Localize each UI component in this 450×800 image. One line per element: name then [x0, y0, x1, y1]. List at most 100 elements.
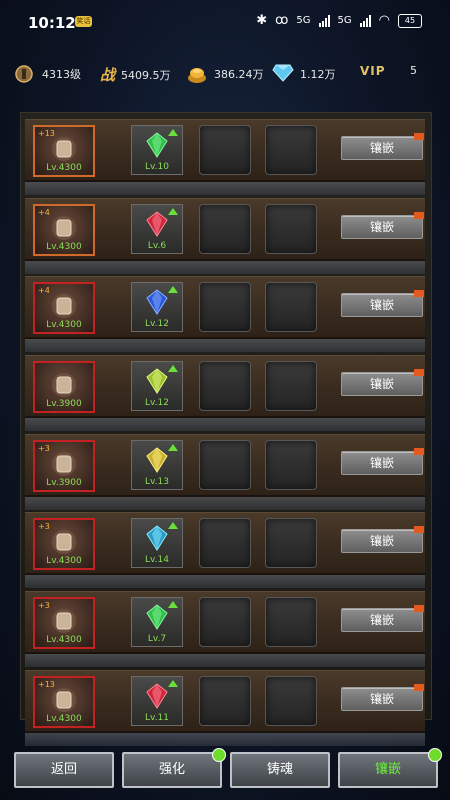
equipment-level: Lv.4300 — [46, 320, 82, 331]
status-icons: ✱ ꝏ 5G 5G ◠ 45 — [256, 13, 422, 28]
empty-gem-slot[interactable] — [265, 203, 317, 254]
gem-slot[interactable]: Lv.6 — [131, 203, 183, 254]
rank-emblem-icon — [14, 64, 36, 84]
notification-marker — [414, 211, 424, 219]
inlay-button[interactable]: 镶嵌 — [341, 447, 424, 475]
empty-gem-slot[interactable] — [199, 518, 251, 569]
equipment-slot[interactable]: +13 Lv.4300 — [33, 125, 95, 177]
empty-gem-slot[interactable] — [199, 361, 251, 412]
gem-level: Lv.14 — [145, 555, 169, 566]
status-bar: 10:12 笑话 ✱ ꝏ 5G 5G ◠ 45 — [0, 0, 450, 46]
equipment-row: +13 Lv.4300 Lv.11 镶嵌 — [25, 669, 425, 746]
player-level: 4313级 — [14, 64, 81, 84]
tab-soul-forge[interactable]: 铸魂 — [230, 752, 330, 788]
status-time: 10:12 — [28, 14, 76, 32]
upgrade-arrow-icon — [168, 365, 178, 373]
resource-bar: 4313级 战 5409.5万 386.24万 1.12万 VIP 5 — [0, 56, 450, 92]
equipment-slot[interactable]: +4 Lv.4300 — [33, 282, 95, 335]
empty-gem-slot[interactable] — [199, 125, 251, 175]
empty-gem-slot[interactable] — [199, 439, 251, 490]
empty-gem-slot[interactable] — [265, 597, 317, 648]
empty-gem-slot[interactable] — [265, 675, 317, 726]
equipment-row: +3 Lv.4300 Lv.14 镶嵌 — [25, 512, 425, 589]
gem-level: Lv.6 — [147, 240, 167, 251]
inlay-button[interactable]: 镶嵌 — [341, 133, 424, 160]
equipment-row: +13 Lv.4300 Lv.10 镶嵌 — [25, 119, 425, 195]
equipment-row: +4 Lv.4300 Lv.12 镶嵌 — [25, 276, 425, 353]
equipment-level: Lv.4300 — [46, 556, 82, 567]
equipment-slot[interactable]: Lv.3900 — [33, 361, 95, 414]
inlay-button[interactable]: 镶嵌 — [341, 290, 424, 318]
equipment-slot[interactable]: +4 Lv.4300 — [33, 203, 95, 256]
equipment-level: Lv.4300 — [46, 241, 82, 252]
inlay-button-label: 镶嵌 — [369, 613, 394, 628]
vip: VIP — [360, 64, 386, 78]
inlay-button[interactable]: 镶嵌 — [341, 605, 424, 633]
bluetooth-icon: ✱ — [256, 13, 268, 28]
empty-gem-slot[interactable] — [199, 282, 251, 333]
yellow-crystal-icon — [146, 368, 168, 395]
empty-gem-slot[interactable] — [265, 125, 317, 175]
signal-icon-2 — [359, 14, 371, 27]
notification-marker — [414, 683, 424, 691]
inlay-button-label: 镶嵌 — [369, 298, 394, 313]
equipment-slot[interactable]: +3 Lv.4300 — [33, 518, 95, 571]
gem-slot[interactable]: Lv.7 — [131, 597, 183, 648]
equipment-slot[interactable]: +3 Lv.3900 — [33, 439, 95, 492]
yellow-gem-icon — [146, 447, 168, 473]
gem-slot[interactable]: Lv.11 — [131, 675, 183, 726]
equipment-slot[interactable]: +3 Lv.4300 — [33, 597, 95, 650]
diamond-icon — [272, 64, 294, 84]
equipment-level: Lv.4300 — [46, 163, 82, 173]
battle-power-value: 5409.5万 — [121, 68, 171, 82]
network-label-1: 5G — [296, 15, 311, 26]
tab-inlay[interactable]: 镶嵌 — [338, 748, 442, 788]
armor-icon — [52, 294, 76, 319]
upgrade-arrow-icon — [168, 286, 178, 294]
notification-marker — [414, 605, 424, 613]
gem-level: Lv.13 — [145, 476, 169, 487]
vip-level: 5 — [410, 64, 417, 77]
upgrade-arrow-icon — [168, 522, 178, 530]
empty-gem-slot[interactable] — [265, 439, 317, 490]
notification-marker — [414, 133, 424, 140]
inlay-button[interactable]: 镶嵌 — [341, 211, 424, 239]
notification-marker — [414, 290, 424, 298]
diamond-value: 1.12万 — [300, 68, 336, 81]
empty-gem-slot[interactable] — [265, 282, 317, 333]
battle-icon: 战 — [100, 66, 116, 84]
empty-gem-slot[interactable] — [199, 675, 251, 726]
bottom-tab-bar: 返回 强化 铸魂 镶嵌 — [0, 748, 450, 788]
empty-gem-slot[interactable] — [265, 518, 317, 569]
teal-gem-icon — [146, 525, 168, 552]
red-gem-icon — [146, 683, 168, 709]
gem-level: Lv.11 — [145, 712, 169, 723]
inlay-button[interactable]: 镶嵌 — [341, 526, 424, 554]
equipment-level: Lv.3900 — [46, 399, 82, 410]
inlay-button-label: 镶嵌 — [369, 455, 394, 470]
gauntlet-icon — [52, 451, 76, 476]
axe-icon — [52, 137, 76, 161]
boots-icon — [52, 373, 76, 398]
empty-gem-slot[interactable] — [199, 597, 251, 648]
inlay-button[interactable]: 镶嵌 — [341, 369, 424, 397]
empty-gem-slot[interactable] — [199, 203, 251, 254]
upgrade-arrow-icon — [168, 129, 178, 136]
upgrade-arrow-icon — [168, 601, 178, 609]
equipment-slot[interactable]: +13 Lv.4300 — [33, 675, 95, 728]
gem-slot[interactable]: Lv.12 — [131, 282, 183, 333]
equipment-level: Lv.4300 — [46, 635, 82, 646]
nfc-icon: ꝏ — [275, 13, 289, 28]
back-button[interactable]: 返回 — [14, 752, 114, 788]
equipment-row: Lv.3900 Lv.12 镶嵌 — [25, 355, 425, 432]
gem-slot[interactable]: Lv.10 — [131, 125, 183, 175]
gem-slot[interactable]: Lv.13 — [131, 439, 183, 490]
empty-gem-slot[interactable] — [265, 361, 317, 412]
inlay-button[interactable]: 镶嵌 — [341, 683, 424, 711]
gem-slot[interactable]: Lv.14 — [131, 518, 183, 569]
gem-slot[interactable]: Lv.12 — [131, 361, 183, 412]
tab-strengthen[interactable]: 强化 — [122, 748, 226, 788]
notification-dot — [212, 748, 226, 762]
tab-strengthen-label: 强化 — [158, 762, 185, 777]
gold-icon — [186, 64, 208, 84]
